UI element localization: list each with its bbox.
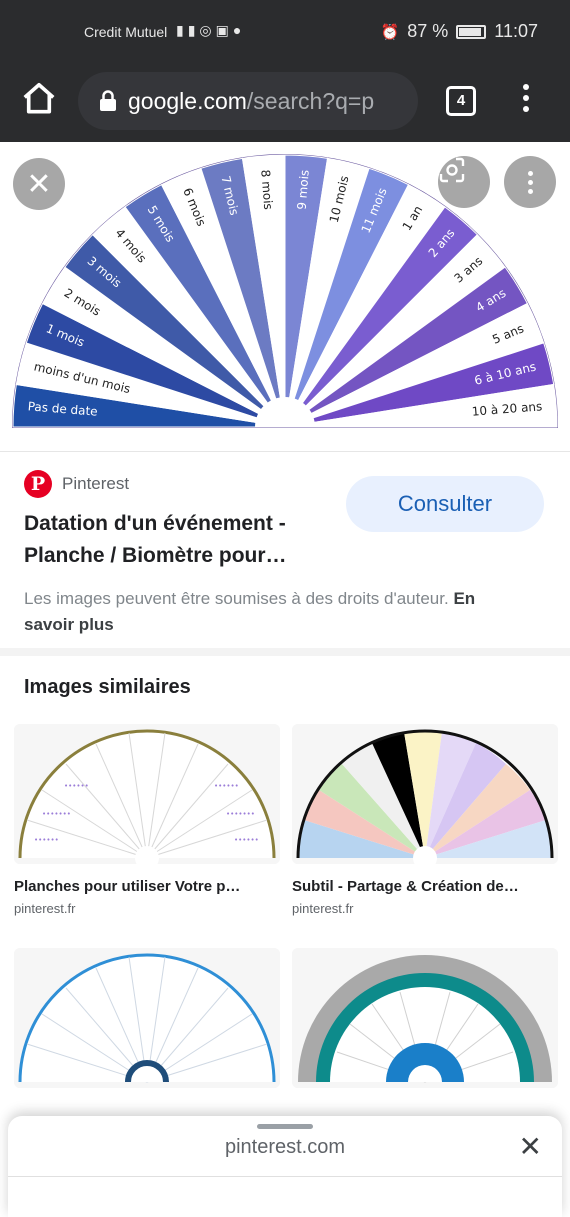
wheel-thumbnail-1: ••••••••••••••••••• ••••••••••••••••••• bbox=[14, 724, 280, 864]
result-source[interactable]: P Pinterest bbox=[24, 470, 129, 498]
similar-image-caption: Planches pour utiliser Votre p… bbox=[14, 878, 241, 895]
notification-icons: ▮▮◎▣● bbox=[176, 22, 246, 38]
carrier-label: Credit Mutuel bbox=[84, 24, 168, 40]
similar-image-caption: Subtil - Partage & Création de… bbox=[292, 878, 519, 895]
tab-switcher-button[interactable]: 4 bbox=[446, 86, 476, 116]
similar-images-heading: Images similaires bbox=[24, 676, 191, 698]
home-icon bbox=[23, 82, 55, 114]
similar-image-thumbnail[interactable]: •••••• ••••••• •••••• •••••• ••••••• •••••• bbox=[14, 724, 280, 864]
pinterest-logo-icon: P bbox=[24, 470, 52, 498]
battery-icon bbox=[456, 24, 487, 39]
similar-image-card[interactable]: Subtil - Partage & Création de… pinteres… bbox=[292, 724, 558, 916]
svg-text:••••••: •••••• bbox=[34, 836, 59, 844]
section-divider bbox=[0, 648, 570, 656]
close-icon: ✕ bbox=[26, 167, 52, 201]
svg-text:••••••: •••••• bbox=[234, 836, 259, 844]
similar-image-thumbnail[interactable] bbox=[14, 948, 280, 1088]
similar-image-domain: pinterest.fr bbox=[292, 901, 354, 916]
rights-text: Les images peuvent être soumises à des d… bbox=[24, 589, 449, 608]
preview-image[interactable]: Pas de date moins d'un mois 1 mois 2 mois 3 … bbox=[0, 142, 570, 452]
source-name: Pinterest bbox=[62, 474, 130, 493]
wheel-thumbnail-2 bbox=[292, 724, 558, 864]
sheet-divider bbox=[8, 1176, 562, 1177]
similar-image-card[interactable] bbox=[14, 948, 280, 1108]
lock-icon bbox=[100, 90, 116, 111]
more-vert-icon bbox=[527, 169, 533, 196]
url-path: /search?q=p bbox=[246, 87, 375, 114]
battery-percent: 87 % bbox=[407, 21, 449, 41]
more-options-button[interactable] bbox=[504, 156, 556, 208]
wheel-thumbnail-4 bbox=[292, 948, 558, 1088]
sheet-close-button[interactable]: ✕ bbox=[519, 1130, 542, 1163]
sheet-domain: pinterest.com bbox=[224, 1136, 346, 1158]
lens-button[interactable] bbox=[438, 156, 490, 208]
result-title[interactable]: Datation d'un événement - Planche / Biom… bbox=[24, 508, 334, 572]
copyright-notice: Les images peuvent être soumises à des d… bbox=[24, 586, 484, 638]
lens-icon bbox=[439, 157, 465, 183]
address-bar[interactable]: google.com/search?q=p bbox=[78, 72, 418, 130]
url-domain: google.com bbox=[128, 87, 247, 114]
status-bar: Credit Mutuel ▮▮◎▣● ⏰ 87 % 11:07 bbox=[0, 0, 570, 62]
svg-text:••••••: •••••• bbox=[214, 782, 239, 790]
home-button[interactable] bbox=[20, 80, 58, 118]
close-preview-button[interactable]: ✕ bbox=[13, 158, 65, 210]
status-right: ⏰ 87 % 11:07 bbox=[381, 21, 538, 42]
bottom-sheet[interactable]: pinterest.com ✕ bbox=[8, 1116, 562, 1217]
sheet-drag-handle[interactable] bbox=[257, 1124, 313, 1129]
similar-image-domain: pinterest.fr bbox=[14, 901, 76, 916]
visit-button[interactable]: Consulter bbox=[346, 476, 544, 532]
alarm-icon: ⏰ bbox=[380, 23, 400, 41]
svg-text:•••••••: ••••••• bbox=[226, 810, 255, 818]
close-icon: ✕ bbox=[518, 1131, 542, 1162]
similar-image-thumbnail[interactable] bbox=[292, 948, 558, 1088]
browser-toolbar: google.com/search?q=p 4 bbox=[0, 62, 570, 142]
browser-menu-button[interactable] bbox=[512, 80, 540, 120]
svg-text:••••••: •••••• bbox=[64, 782, 89, 790]
similar-image-card[interactable] bbox=[292, 948, 558, 1108]
similar-image-thumbnail[interactable] bbox=[292, 724, 558, 864]
similar-image-card[interactable]: •••••• ••••••• •••••• •••••• ••••••• •••••• … bbox=[14, 724, 280, 916]
wheel-thumbnail-3 bbox=[14, 948, 280, 1088]
svg-text:•••••••: ••••••• bbox=[42, 810, 71, 818]
clock: 11:07 bbox=[494, 21, 538, 41]
